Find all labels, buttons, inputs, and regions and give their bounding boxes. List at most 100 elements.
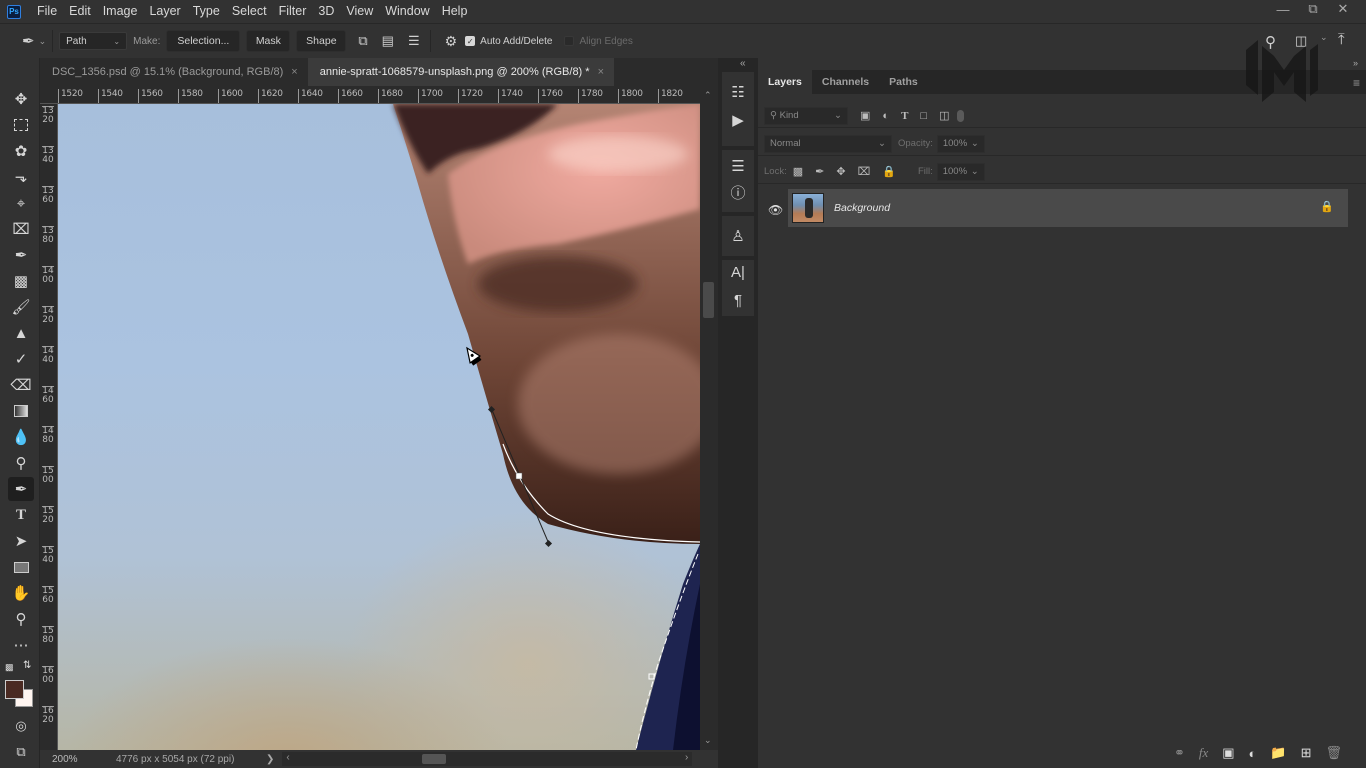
menu-view[interactable]: View: [340, 0, 379, 23]
adjustment-layer-icon[interactable]: ◐: [1249, 746, 1257, 761]
menu-file[interactable]: File: [31, 0, 63, 23]
path-arrangement-icon[interactable]: ☰: [408, 33, 420, 49]
hand-tool-icon[interactable]: ✋: [8, 581, 34, 605]
filter-toggle[interactable]: [957, 109, 965, 122]
make-mask-button[interactable]: Mask: [246, 30, 291, 52]
lasso-tool-icon[interactable]: ✿: [8, 139, 34, 163]
scroll-up-icon[interactable]: ⌃: [704, 90, 712, 101]
link-layers-icon[interactable]: ⚭: [1174, 745, 1185, 761]
visibility-eye-icon[interactable]: 👁: [768, 203, 783, 217]
horizontal-scroll-thumb[interactable]: [422, 754, 447, 764]
marquee-tool-icon[interactable]: [8, 113, 34, 137]
add-mask-icon[interactable]: ▣: [1222, 745, 1234, 761]
scroll-down-icon[interactable]: ⌄: [704, 735, 712, 746]
menu-window[interactable]: Window: [379, 0, 435, 23]
adjustments-panel-icon[interactable]: ☰: [722, 154, 754, 178]
menu-filter[interactable]: Filter: [273, 0, 313, 23]
brush-tool-icon[interactable]: 🖌: [8, 295, 34, 319]
panel-menu-icon[interactable]: ≡: [1353, 76, 1360, 90]
shape-layer-filter-icon[interactable]: □: [920, 110, 927, 122]
vertical-scrollbar[interactable]: ⌃ ⌄: [700, 86, 718, 750]
tab-layers[interactable]: Layers: [758, 70, 812, 94]
menu-select[interactable]: Select: [226, 0, 273, 23]
tab-paths[interactable]: Paths: [879, 70, 928, 94]
close-button[interactable]: ✕: [1328, 0, 1358, 18]
gradient-tool-icon[interactable]: [8, 399, 34, 423]
clone-source-panel-icon[interactable]: ♙: [722, 224, 754, 248]
tab-dsc-1356[interactable]: DSC_1356.psd @ 15.1% (Background, RGB/8)…: [40, 58, 308, 86]
horizontal-scrollbar[interactable]: ‹ ›: [282, 752, 693, 766]
new-group-folder-icon[interactable]: 📁: [1270, 745, 1286, 761]
tab-channels[interactable]: Channels: [812, 70, 879, 94]
lock-all-icon[interactable]: 🔒: [882, 165, 896, 178]
paragraph-panel-icon[interactable]: ¶: [722, 288, 754, 312]
tab-annie-spratt[interactable]: annie-spratt-1068579-unsplash.png @ 200%…: [307, 58, 614, 86]
collapse-panels-icon[interactable]: «: [740, 58, 746, 69]
dodge-tool-icon[interactable]: ⚲: [8, 451, 34, 475]
zoom-tool-icon[interactable]: ⚲: [8, 607, 34, 631]
gear-icon[interactable]: ⚙: [445, 33, 458, 50]
lock-position-icon[interactable]: ✥: [836, 165, 845, 178]
align-edges-checkbox[interactable]: [564, 36, 575, 46]
blur-tool-icon[interactable]: 💧: [8, 425, 34, 449]
zoom-level[interactable]: 200%: [52, 754, 92, 765]
info-panel-icon[interactable]: ⓘ: [722, 180, 754, 204]
new-layer-icon[interactable]: ⊞: [1301, 745, 1312, 761]
layer-row-background[interactable]: Background 🔒: [788, 189, 1348, 227]
swap-colors-icon[interactable]: ⇅: [23, 660, 31, 671]
document-canvas[interactable]: [58, 104, 700, 750]
make-selection-button[interactable]: Selection...: [166, 30, 241, 52]
vertical-scroll-thumb[interactable]: [703, 282, 714, 318]
tool-preset-chevron-icon[interactable]: ⌄: [39, 36, 47, 47]
adjustment-layer-filter-icon[interactable]: ◐: [882, 110, 889, 122]
object-selection-tool-icon[interactable]: ⬎: [8, 165, 34, 189]
path-operations-icon[interactable]: ⧉: [358, 33, 367, 49]
close-icon[interactable]: ×: [291, 66, 297, 78]
foreground-color-swatch[interactable]: [5, 680, 24, 699]
move-tool-icon[interactable]: ✥: [8, 87, 34, 111]
actions-panel-icon[interactable]: ▶: [722, 108, 754, 132]
spot-healing-tool-icon[interactable]: ▩: [8, 269, 34, 293]
share-icon[interactable]: ⤒: [1338, 31, 1345, 48]
pixel-layer-filter-icon[interactable]: ▣: [860, 109, 870, 122]
pen-tool-icon[interactable]: ✒: [8, 477, 34, 501]
menu-help[interactable]: Help: [436, 0, 474, 23]
layer-lock-icon[interactable]: 🔒: [1320, 200, 1334, 213]
character-panel-icon[interactable]: A|: [722, 260, 754, 284]
menu-edit[interactable]: Edit: [63, 0, 97, 23]
auto-add-delete-checkbox[interactable]: ✓: [465, 36, 476, 46]
status-menu-chevron-icon[interactable]: ❯: [266, 754, 274, 765]
clone-stamp-tool-icon[interactable]: ▲: [8, 321, 34, 345]
lock-transparent-pixels-icon[interactable]: ▩: [793, 165, 803, 178]
layer-style-fx-icon[interactable]: fx: [1199, 745, 1208, 761]
menu-3d[interactable]: 3D: [312, 0, 340, 23]
quick-mask-icon[interactable]: ◎: [8, 714, 34, 738]
filter-kind-dropdown[interactable]: ⚲ Kind ⌄: [764, 106, 848, 125]
default-colors-icon[interactable]: ▩: [5, 662, 14, 673]
lock-artboard-icon[interactable]: ⌧: [858, 165, 871, 178]
menu-layer[interactable]: Layer: [143, 0, 186, 23]
restore-button[interactable]: ⧉: [1298, 0, 1328, 18]
rectangle-tool-icon[interactable]: [8, 555, 34, 579]
scroll-left-icon[interactable]: ‹: [286, 752, 289, 763]
layer-name[interactable]: Background: [834, 202, 890, 214]
scroll-right-icon[interactable]: ›: [685, 752, 688, 763]
pen-tool-icon[interactable]: ✒: [22, 32, 35, 50]
crop-tool-icon[interactable]: ⌖: [8, 191, 34, 215]
eraser-tool-icon[interactable]: ⌫: [8, 373, 34, 397]
minimize-button[interactable]: —: [1268, 0, 1298, 18]
eyedropper-tool-icon[interactable]: ✒: [8, 243, 34, 267]
workspace-chevron-icon[interactable]: ⌄: [1320, 32, 1328, 43]
edit-toolbar-icon[interactable]: ⋯: [8, 633, 34, 657]
make-shape-button[interactable]: Shape: [296, 30, 347, 52]
smart-object-filter-icon[interactable]: ◫: [939, 109, 949, 122]
path-mode-dropdown[interactable]: Path ⌄: [59, 32, 128, 50]
type-layer-filter-icon[interactable]: T: [901, 110, 908, 122]
fill-input[interactable]: 100% ⌄: [936, 162, 985, 181]
lock-image-pixels-icon[interactable]: ✒: [815, 165, 824, 178]
expand-panel-icon[interactable]: »: [1353, 58, 1358, 68]
menu-type[interactable]: Type: [187, 0, 226, 23]
blend-mode-dropdown[interactable]: Normal ⌄: [764, 134, 892, 153]
close-icon[interactable]: ×: [598, 66, 604, 78]
menu-image[interactable]: Image: [97, 0, 144, 23]
